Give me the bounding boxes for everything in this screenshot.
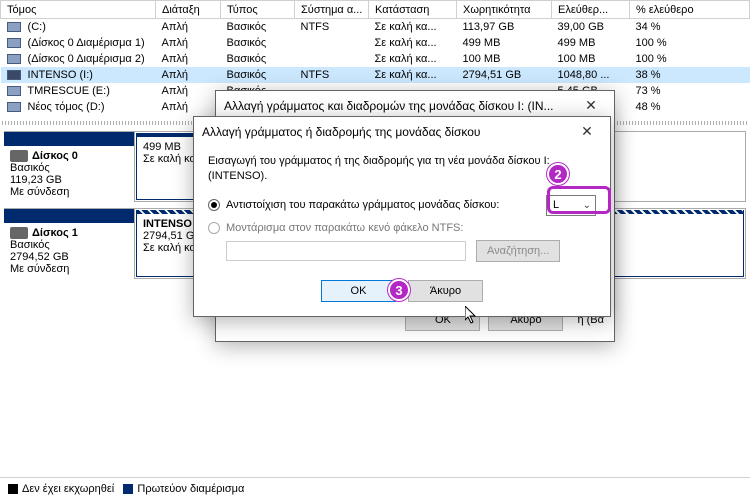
step-badge-2: 2 [547, 163, 569, 185]
dialog-title: Αλλαγή γράμματος ή διαδρομής της μονάδας… [202, 125, 480, 139]
close-icon[interactable]: ✕ [576, 97, 606, 114]
volume-icon [7, 38, 21, 48]
step-badge-3: 3 [388, 279, 410, 301]
dialog-instruction: Εισαγωγή του γράμματος ή της διαδρομής γ… [208, 154, 596, 185]
cancel-button[interactable]: Άκυρο [408, 280, 483, 302]
table-row[interactable]: (C:)ΑπλήΒασικόςNTFSΣε καλή κα...113,97 G… [1, 19, 750, 35]
column-header[interactable]: Σύστημα α... [295, 1, 369, 19]
volume-icon [7, 86, 21, 96]
highlight-ring [547, 186, 611, 214]
browse-button: Αναζήτηση... [476, 240, 560, 262]
column-header[interactable]: Κατάσταση [369, 1, 457, 19]
table-row[interactable]: (Δίσκος 0 Διαμέρισμα 1)ΑπλήΒασικόςΣε καλ… [1, 35, 750, 51]
mouse-cursor [465, 306, 479, 326]
table-row[interactable]: (Δίσκος 0 Διαμέρισμα 2)ΑπλήΒασικόςΣε καλ… [1, 51, 750, 67]
disk1-header: Δίσκος 1 Βασικός2794,52 GBΜε σύνδεση [4, 208, 134, 279]
disk-icon [10, 150, 28, 162]
column-header[interactable]: Διάταξη [156, 1, 221, 19]
volume-icon [7, 54, 21, 64]
close-icon[interactable]: ✕ [572, 123, 602, 140]
column-header[interactable]: % ελεύθερο [630, 1, 750, 19]
disk0-header: Δίσκος 0 Βασικός119,23 GBΜε σύνδεση [4, 131, 134, 202]
radio-assign-letter[interactable] [208, 199, 220, 211]
radio-mount-folder[interactable] [208, 222, 220, 234]
table-row[interactable]: INTENSO (I:)ΑπλήΒασικόςNTFSΣε καλή κα...… [1, 67, 750, 83]
column-header[interactable]: Τύπος [221, 1, 295, 19]
column-header[interactable]: Τόμος [1, 1, 156, 19]
column-header[interactable]: Ελεύθερ... [552, 1, 630, 19]
back-dialog-title: Αλλαγή γράμματος και διαδρομών της μονάδ… [224, 99, 554, 113]
legend: Δεν έχει εκχωρηθεί Πρωτεύον διαμέρισμα [0, 477, 750, 500]
disk-icon [10, 227, 28, 239]
mount-path-input [226, 241, 466, 261]
volume-icon [7, 22, 21, 32]
volume-icon [7, 102, 21, 112]
volume-icon [7, 70, 21, 80]
ok-button[interactable]: OK [321, 280, 396, 302]
column-header[interactable]: Χωρητικότητα [457, 1, 552, 19]
